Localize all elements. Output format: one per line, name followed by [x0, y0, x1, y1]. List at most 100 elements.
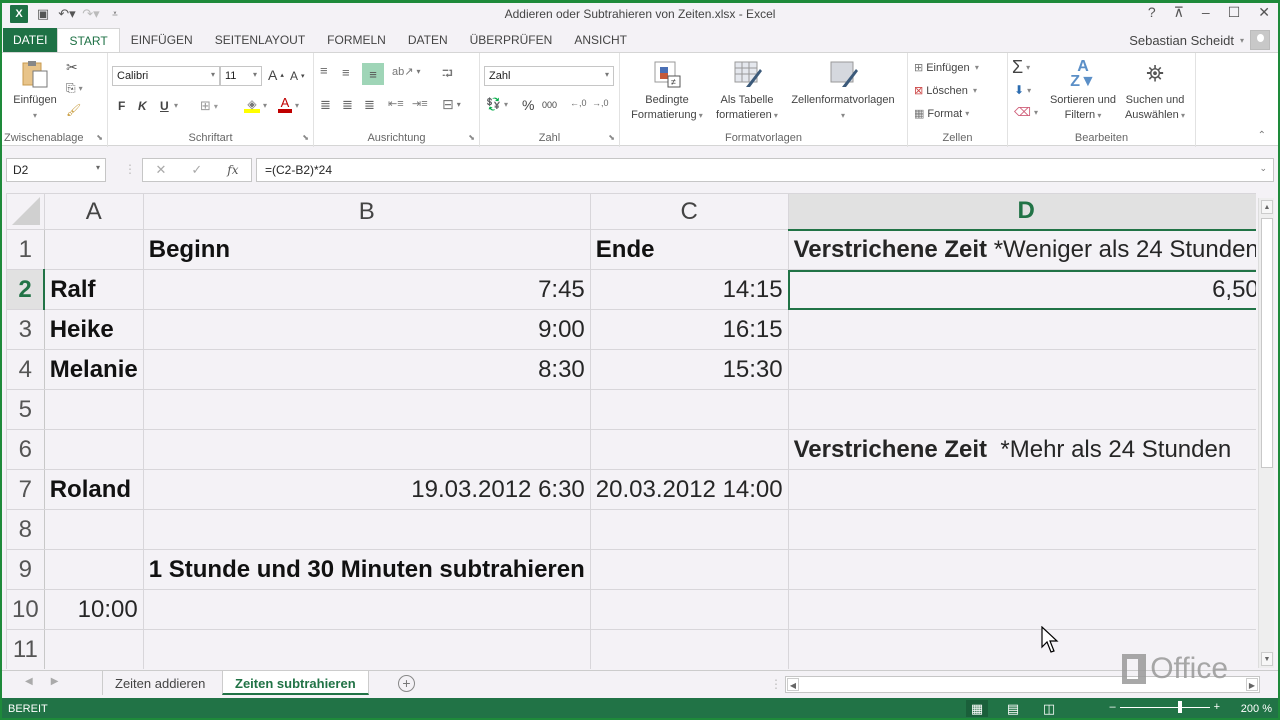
cut-button[interactable]: ✂	[66, 59, 78, 76]
row-header[interactable]: 4	[6, 349, 45, 390]
tab-daten[interactable]: DATEN	[397, 28, 459, 52]
tab-seitenlayout[interactable]: SEITENLAYOUT	[204, 28, 316, 52]
row-header[interactable]: 7	[6, 469, 45, 510]
cell-c6[interactable]	[589, 429, 789, 470]
align-middle-button[interactable]: ≡	[342, 65, 350, 80]
insert-function-icon[interactable]: fx	[227, 163, 238, 177]
add-sheet-button[interactable]: +	[398, 675, 415, 692]
scroll-up-icon[interactable]: ▲	[1261, 200, 1273, 214]
help-icon[interactable]: ?	[1148, 4, 1156, 21]
row-header[interactable]: 10	[6, 589, 45, 630]
dialog-launcher-icon[interactable]: ⬊	[468, 133, 475, 142]
row-header[interactable]: 1	[6, 229, 45, 270]
underline-dropdown-icon[interactable]: ▾	[174, 101, 178, 110]
row-header[interactable]: 2	[6, 269, 46, 310]
cell-b11[interactable]	[142, 629, 591, 669]
cell-c8[interactable]	[589, 509, 789, 550]
cell-a11[interactable]	[43, 629, 144, 669]
wrap-text-button[interactable]: ⮒	[442, 63, 453, 87]
cell-a6[interactable]	[43, 429, 144, 470]
collapse-ribbon-icon[interactable]: ⌃	[1258, 130, 1266, 141]
sheet-tab-zeiten-subtrahieren[interactable]: Zeiten subtrahieren	[222, 671, 369, 695]
cell-d3[interactable]	[787, 309, 1256, 350]
cell-a4[interactable]: Melanie	[43, 349, 144, 390]
percent-button[interactable]: %	[522, 97, 534, 113]
cell-d10[interactable]	[787, 589, 1256, 630]
italic-button[interactable]: K	[138, 99, 147, 113]
align-bottom-button[interactable]: ≡	[362, 63, 384, 85]
select-all-corner[interactable]	[6, 193, 45, 230]
font-size-select[interactable]: 11 ▾	[220, 66, 262, 86]
tab-datei[interactable]: DATEI	[3, 28, 58, 52]
autosum-button[interactable]: Σ ▾	[1012, 57, 1030, 78]
page-break-view-icon[interactable]: ◫	[1038, 700, 1060, 717]
scroll-left-icon[interactable]: ◀	[787, 678, 799, 691]
zoom-track[interactable]	[1119, 700, 1210, 713]
fill-color-button[interactable]: ◈ ▾	[244, 97, 267, 113]
format-cells-button[interactable]: ▦ Format ▾	[914, 107, 969, 121]
cell-b10[interactable]	[142, 589, 591, 630]
cell-c7[interactable]: 20.03.2012 14:00	[589, 469, 789, 510]
decrease-indent-button[interactable]: ⇤≡	[388, 97, 404, 110]
normal-view-icon[interactable]: ▦	[966, 700, 988, 717]
insert-cells-button[interactable]: ⊞ Einfügen ▾	[914, 61, 979, 75]
sort-filter-button[interactable]: A Z▼ Sortieren und Filtern ▾	[1046, 59, 1120, 123]
cell-d7[interactable]	[787, 469, 1256, 510]
cell-a1[interactable]	[43, 229, 144, 270]
ribbon-display-icon[interactable]: ⊼	[1174, 4, 1184, 21]
user-account[interactable]: Sebastian Scheidt ▾	[1129, 30, 1270, 50]
zoom-out-icon[interactable]: –	[1109, 701, 1115, 713]
align-top-button[interactable]: ≡	[320, 63, 328, 78]
close-icon[interactable]: ✕	[1258, 4, 1270, 21]
borders-button[interactable]: ⊞ ▾	[200, 98, 218, 114]
cell-c5[interactable]	[589, 389, 789, 430]
cell-b5[interactable]	[142, 389, 591, 430]
grow-font-button[interactable]: A ▴	[268, 67, 284, 83]
paste-button[interactable]: Einfügen ▾	[8, 59, 62, 123]
row-header[interactable]: 8	[6, 509, 45, 550]
find-select-button[interactable]: ⛯ Suchen und Auswählen ▾	[1120, 59, 1190, 123]
accounting-format-button[interactable]: 💱 ▾	[486, 97, 508, 111]
format-as-table-button[interactable]: Als Tabelle formatieren ▾	[712, 59, 782, 123]
number-format-select[interactable]: Zahl ▾	[484, 66, 614, 86]
cell-a9[interactable]	[43, 549, 144, 590]
cell-a3[interactable]: Heike	[43, 309, 144, 350]
tab-ueberpruefen[interactable]: ÜBERPRÜFEN	[459, 28, 564, 52]
cell-a2[interactable]: Ralf	[43, 269, 144, 310]
tab-ansicht[interactable]: ANSICHT	[563, 28, 638, 52]
cell-d6[interactable]: Verstrichene Zeit *Mehr als 24 Stunden	[787, 429, 1256, 470]
clear-button[interactable]: ⌫ ▾	[1014, 105, 1038, 119]
orientation-button[interactable]: ab↗ ▾	[392, 65, 420, 78]
cell-d2-selected[interactable]: 6,50	[787, 269, 1256, 310]
fill-button[interactable]: ⬇ ▾	[1014, 83, 1031, 97]
cell-b9[interactable]: 1 Stunde und 30 Minuten subtrahieren	[142, 549, 591, 590]
cell-d8[interactable]	[787, 509, 1256, 550]
column-header-c[interactable]: C	[589, 193, 789, 230]
cell-c9[interactable]	[589, 549, 789, 590]
maximize-icon[interactable]: ☐	[1228, 4, 1241, 21]
cell-c3[interactable]: 16:15	[589, 309, 789, 350]
formula-input[interactable]: =(C2-B2)*24 ⌄	[256, 158, 1274, 182]
zoom-slider[interactable]: – +	[1109, 700, 1220, 713]
format-painter-button[interactable]: 🖌	[66, 103, 81, 117]
cell-b6[interactable]	[142, 429, 591, 470]
delete-cells-button[interactable]: ⊠ Löschen ▾	[914, 84, 977, 98]
underline-button[interactable]: U	[160, 99, 169, 113]
cell-b7[interactable]: 19.03.2012 6:30	[142, 469, 591, 510]
conditional-formatting-button[interactable]: ≠ Bedingte Formatierung ▾	[624, 59, 710, 123]
vertical-scroll-thumb[interactable]	[1261, 218, 1273, 468]
tab-start[interactable]: START	[57, 28, 120, 52]
cell-d4[interactable]	[787, 349, 1256, 390]
cell-a8[interactable]	[43, 509, 144, 550]
vertical-scrollbar[interactable]: ▲ ▼	[1258, 198, 1274, 668]
bold-button[interactable]: F	[118, 99, 125, 113]
column-header-d[interactable]: D	[787, 193, 1256, 231]
next-sheet-icon[interactable]: ▶	[51, 676, 59, 687]
align-right-button[interactable]: ≣	[364, 97, 375, 113]
cell-c4[interactable]: 15:30	[589, 349, 789, 390]
row-header[interactable]: 5	[6, 389, 45, 430]
row-header[interactable]: 9	[6, 549, 45, 590]
scroll-down-icon[interactable]: ▼	[1261, 652, 1273, 666]
shrink-font-button[interactable]: A ▾	[290, 69, 305, 83]
increase-decimal-button[interactable]: ←,0	[570, 98, 587, 108]
